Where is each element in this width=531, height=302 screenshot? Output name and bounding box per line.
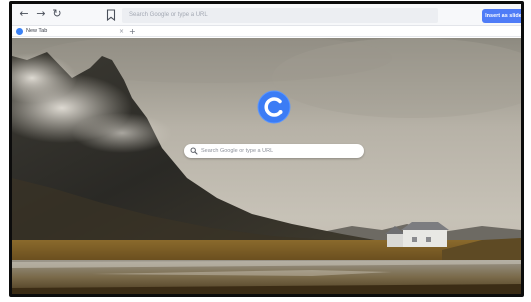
tab-favicon-icon: [16, 28, 23, 35]
landscape-background-image: [12, 38, 521, 294]
search-icon: [190, 147, 198, 155]
reload-icon[interactable]: ↻: [50, 6, 64, 22]
ntp-search-box[interactable]: Search Google or type a URL: [184, 144, 364, 158]
browser-logo-icon: [257, 90, 291, 124]
tab-new-tab[interactable]: New Tab ×: [13, 26, 126, 37]
tab-strip: New Tab × +: [12, 26, 521, 37]
address-bar[interactable]: Search Google or type a URL: [122, 8, 438, 23]
browser-toolbar: ← → ↻ Search Google or type a URL Insert…: [12, 4, 521, 26]
search-placeholder: Search Google or type a URL: [201, 148, 274, 154]
browser-window: ← → ↻ Search Google or type a URL Insert…: [12, 4, 521, 294]
bookmark-icon[interactable]: [106, 9, 116, 21]
back-arrow-icon[interactable]: ←: [17, 6, 31, 22]
new-tab-page: Search Google or type a URL: [12, 38, 521, 294]
forward-arrow-icon[interactable]: →: [34, 6, 48, 22]
tab-close-icon[interactable]: ×: [119, 26, 124, 37]
tab-title: New Tab: [26, 28, 48, 34]
new-tab-plus-icon[interactable]: +: [129, 26, 136, 37]
insert-as-slide-button[interactable]: Insert as slide: [482, 9, 521, 23]
screenshot-frame: ← → ↻ Search Google or type a URL Insert…: [9, 1, 524, 297]
